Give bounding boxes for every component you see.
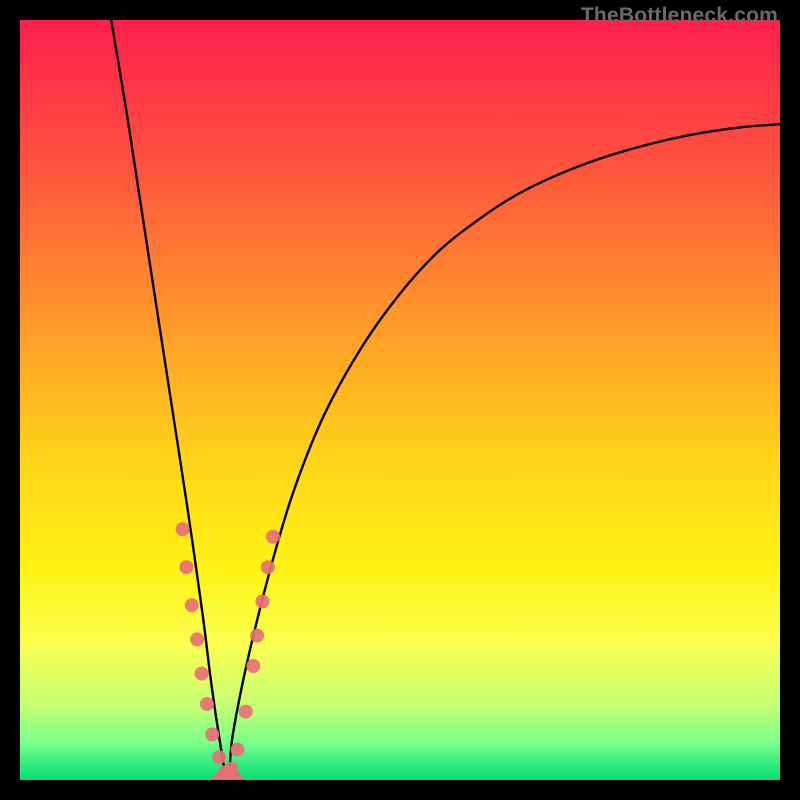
- marker-dot: [195, 667, 209, 681]
- marker-dot: [205, 727, 219, 741]
- watermark-text: TheBottleneck.com: [581, 4, 778, 28]
- plot-area: [20, 20, 780, 780]
- marker-dot: [239, 705, 253, 719]
- chart-svg: [20, 20, 780, 780]
- marker-dot: [224, 762, 238, 776]
- marker-dot: [266, 530, 280, 544]
- marker-dot: [261, 560, 275, 574]
- marker-dot: [250, 629, 264, 643]
- marker-dot: [212, 750, 226, 764]
- marker-dot: [246, 659, 260, 673]
- marker-dot: [179, 560, 193, 574]
- marker-dot: [230, 743, 244, 757]
- marker-dot: [176, 522, 190, 536]
- marker-dot: [190, 632, 204, 646]
- marker-dot: [200, 697, 214, 711]
- gradient-background: [20, 20, 780, 780]
- marker-dot: [185, 598, 199, 612]
- outer-frame: TheBottleneck.com: [0, 0, 800, 800]
- marker-dot: [255, 594, 269, 608]
